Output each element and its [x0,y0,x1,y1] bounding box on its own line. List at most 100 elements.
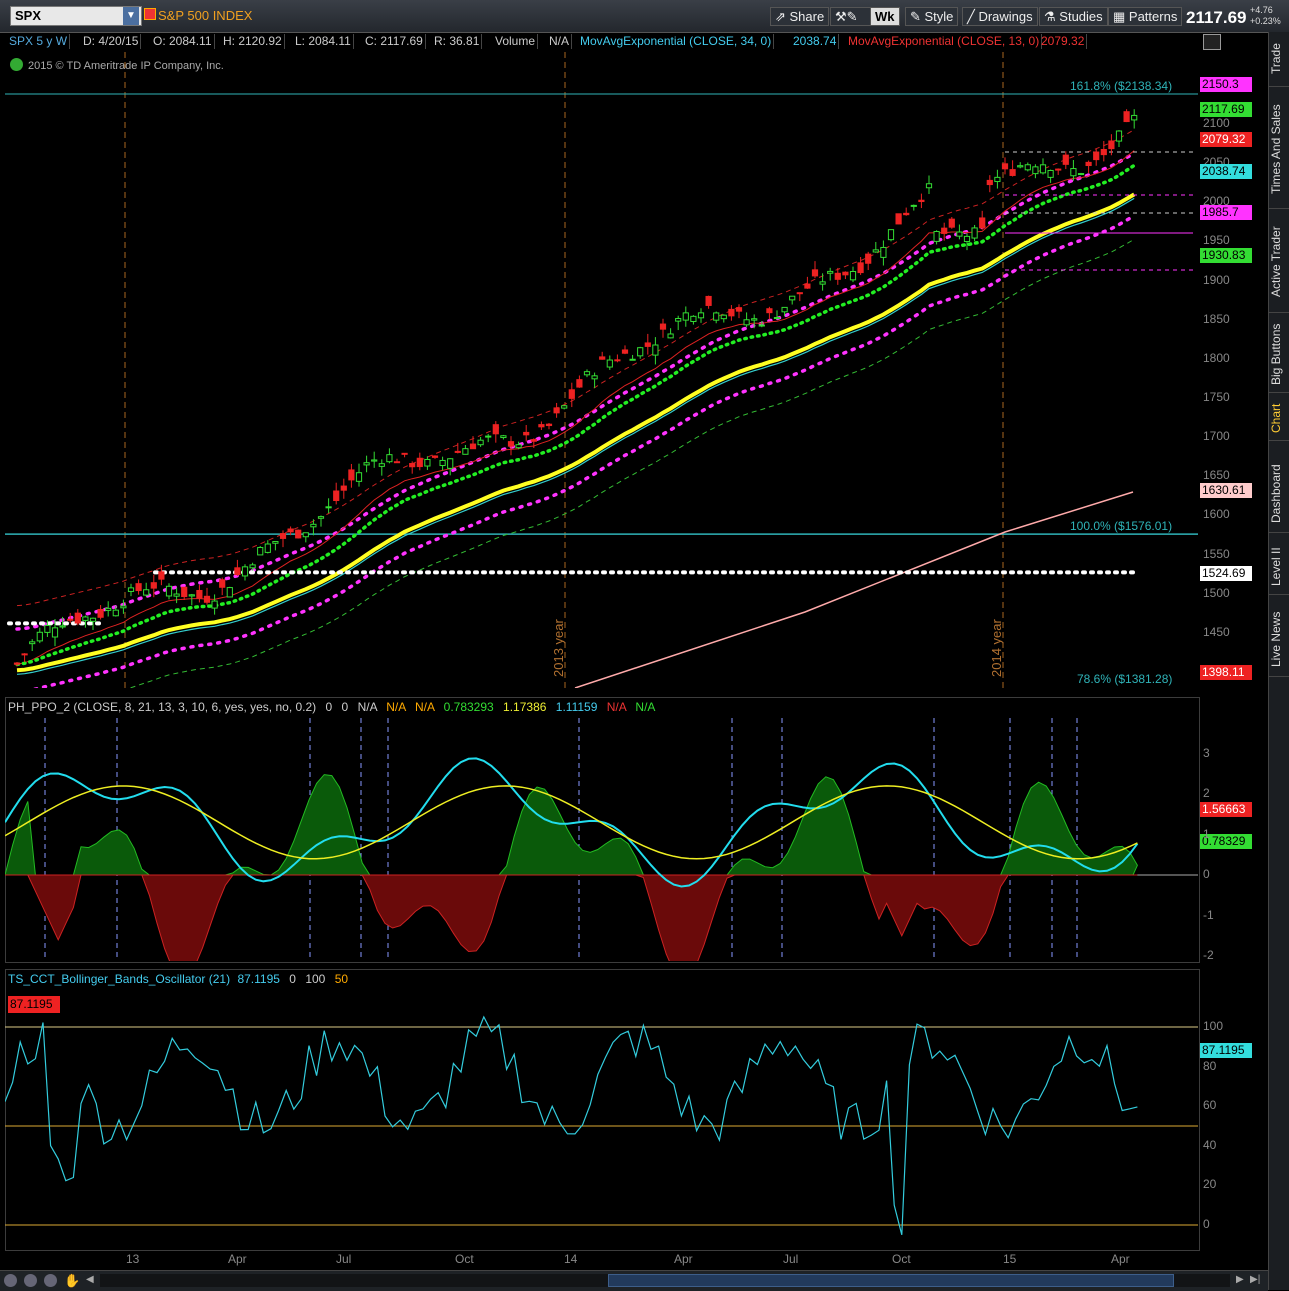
candle-body [211,600,218,609]
ema13-value: 2079.32 [1039,34,1088,49]
tab-chart[interactable]: Chart [1269,396,1289,441]
bbo-title[interactable]: TS_CCT_Bollinger_Bands_Oscillator (21) [8,972,230,986]
candle-body [849,271,857,281]
hand-icon[interactable]: ✋ [64,1273,80,1289]
candle-body [1062,154,1069,165]
tab-trade[interactable]: Trade [1269,32,1289,87]
candle [910,204,917,211]
price-tag-8: 1398.11 [1200,665,1252,681]
candle [348,463,355,488]
tab-live-news[interactable]: Live News [1269,602,1289,677]
chart-description[interactable]: SPX 5 y W [7,34,71,49]
drawings-button[interactable]: ╱ Drawings [962,7,1038,26]
tab-active-trader[interactable]: Active Trader [1269,212,1289,313]
aggregation-button[interactable]: Wk [870,7,900,26]
candle [13,661,21,667]
zoom-fit-icon[interactable] [4,1274,17,1287]
ppo-chart[interactable] [5,718,1198,961]
candle-body [257,547,264,556]
candle [325,498,332,514]
ema34-value: 2038.74 [791,34,840,49]
candle [1100,140,1107,162]
candle-body [74,612,81,624]
candle-body [97,608,104,618]
candle [416,452,423,471]
candle-body [416,457,423,468]
candle-body [994,176,1001,183]
scroll-end-icon[interactable]: ▶| [1250,1274,1260,1285]
candle [789,295,796,305]
price-axis-label: 1550 [1203,546,1230,561]
candle [1115,130,1123,148]
expand-icon[interactable] [1203,34,1221,50]
candle-body [933,231,940,242]
candle-body [29,641,36,645]
share-icon: ⇗ [775,9,790,24]
candle [865,251,872,271]
candle-body [82,616,89,621]
candle-body [553,407,560,414]
candle [97,605,104,620]
candle [728,305,735,321]
candle-body [325,506,332,509]
price-axis-label: 1950 [1203,233,1230,248]
candle-body [485,435,492,438]
candle [819,273,826,291]
tab-level-ii[interactable]: Level II [1269,540,1289,595]
candle-body [462,448,469,455]
candle [340,478,347,499]
side-tab-strip: Trade Times And Sales Active Trader Big … [1268,32,1289,1290]
candle-body [857,262,864,274]
candle-body [1077,173,1085,176]
studies-button[interactable]: ⚗ Studies [1039,7,1108,26]
ppo-legend: PH_PPO_2 (CLOSE, 8, 21, 13, 3, 10, 6, ye… [8,700,656,714]
ppo-title[interactable]: PH_PPO_2 (CLOSE, 8, 21, 13, 3, 10, 6, ye… [8,700,316,714]
candle-body [1039,164,1047,174]
candle-body [523,431,530,436]
scrollbar-thumb[interactable] [608,1274,1174,1287]
tab-times-and-sales[interactable]: Times And Sales [1269,90,1289,209]
style-button[interactable]: ✎ Style [905,7,959,26]
zoom-out-icon[interactable] [44,1274,57,1287]
price-chart[interactable]: 2013 year 2014 year 161.8% ($2138.34) 100.0… [5,52,1198,688]
scrollbar-track[interactable] [100,1274,1230,1287]
candle-body [682,312,689,321]
ema34-label[interactable]: MovAvgExponential (CLOSE, 34, 0) [578,34,775,49]
tools-button[interactable]: ⚒✎ [830,7,874,26]
candle-body [371,459,378,462]
style-icon: ✎ [910,9,925,24]
bbo-axis-label: 60 [1203,1098,1217,1113]
price-axis-label: 1650 [1203,468,1230,483]
candle [257,545,264,556]
symbol-dropdown-button[interactable]: ▼ [123,7,139,25]
tab-dashboard[interactable]: Dashboard [1269,456,1289,533]
flag-icon[interactable] [144,8,156,20]
fib-label-161: 161.8% ($2138.34) [1070,79,1172,93]
last-price: 2117.69 [1186,8,1247,27]
zoom-in-icon[interactable] [24,1274,37,1287]
candle-body [439,459,446,467]
candle-body [165,585,173,597]
candle-body [735,307,743,312]
ema13-label[interactable]: MovAvgExponential (CLOSE, 13, 0) [846,34,1043,49]
candle-body [811,269,819,277]
candle-body [1055,168,1062,171]
share-button[interactable]: ⇗ Share [770,7,830,26]
candle-body [173,593,180,597]
scroll-left-icon[interactable]: ◀ [86,1274,94,1285]
candle-body [51,627,59,638]
scroll-right-icon[interactable]: ▶ [1236,1274,1244,1285]
candle [652,337,659,365]
bottom-scroll-bar: ✋ ◀ ▶ ▶| [0,1270,1268,1291]
candle-body [948,218,955,228]
bbo-chart[interactable] [5,990,1198,1249]
candle-body [903,212,910,216]
candle-body [789,295,796,301]
tab-big-buttons[interactable]: Big Buttons [1269,316,1289,393]
candle [591,372,598,389]
candle [796,292,803,302]
candle-body [89,617,97,622]
candle [713,311,720,324]
patterns-button[interactable]: ▦ Patterns [1108,7,1183,26]
candle [1062,151,1069,170]
